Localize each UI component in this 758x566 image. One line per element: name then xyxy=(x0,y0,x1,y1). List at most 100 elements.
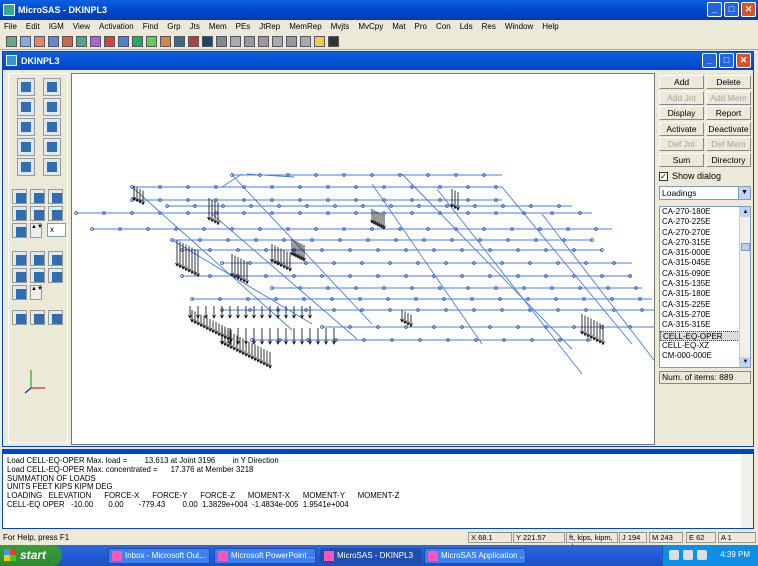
def-mem-button[interactable]: Def Mem xyxy=(706,137,751,152)
toolbar-tool-icon[interactable] xyxy=(258,35,269,47)
toolbar-tool-icon[interactable] xyxy=(146,35,157,47)
show-dialog-checkbox[interactable]: ✓ xyxy=(659,171,668,181)
menu-pes[interactable]: PEs xyxy=(236,22,251,31)
girder-member[interactable] xyxy=(211,213,358,340)
menu-mvjts[interactable]: Mvjts xyxy=(331,22,350,31)
list-item[interactable]: CA-315-270E xyxy=(660,310,750,320)
toolbar-tool-icon[interactable] xyxy=(216,35,227,47)
palette-tool-icon[interactable] xyxy=(17,78,35,96)
menu-lds[interactable]: Lds xyxy=(460,22,473,31)
palette-tool-icon[interactable] xyxy=(12,285,27,300)
start-button[interactable]: start xyxy=(0,545,62,566)
palette-tool-icon[interactable] xyxy=(12,189,27,204)
menu-activation[interactable]: Activation xyxy=(99,22,134,31)
palette-tool-icon[interactable] xyxy=(12,310,27,325)
close-button[interactable]: ✕ xyxy=(741,2,756,17)
menu-memrep[interactable]: MemRep xyxy=(289,22,321,31)
def-jnt-button[interactable]: Def Jnt xyxy=(659,137,704,152)
taskbar-button[interactable]: MicroSAS Application ... xyxy=(424,548,526,564)
menu-jtrep[interactable]: JtRep xyxy=(259,22,280,31)
report-button[interactable]: Report xyxy=(706,106,751,121)
toolbar-tool-icon[interactable] xyxy=(286,35,297,47)
list-item[interactable]: CELL-EQ-OPER xyxy=(660,330,750,341)
toolbar-tool-icon[interactable] xyxy=(188,35,199,47)
palette-tool-icon[interactable] xyxy=(43,78,61,96)
display-button[interactable]: Display xyxy=(659,106,704,121)
palette-tool-icon[interactable] xyxy=(48,268,63,283)
volume-icon[interactable] xyxy=(697,550,707,560)
palette-tool-icon[interactable] xyxy=(43,158,61,176)
output-scrollbar[interactable] xyxy=(741,454,753,528)
toolbar-tool-icon[interactable] xyxy=(76,35,87,47)
list-item[interactable]: CA-270-315E xyxy=(660,238,750,248)
toolbar-tool-icon[interactable] xyxy=(48,35,59,47)
toolbar-tool-icon[interactable] xyxy=(62,35,73,47)
toolbar-tool-icon[interactable] xyxy=(6,35,17,47)
add-mem-button[interactable]: Add Mem xyxy=(706,90,751,105)
palette-tool-icon[interactable] xyxy=(43,98,61,116)
deactivate-button[interactable]: Deactivate xyxy=(706,121,751,136)
menu-help[interactable]: Help xyxy=(542,22,558,31)
menu-pro[interactable]: Pro xyxy=(415,22,427,31)
tray-icon[interactable] xyxy=(683,550,693,560)
taskbar-button[interactable]: Microsoft PowerPoint ... xyxy=(214,548,316,564)
sum-button[interactable]: Sum xyxy=(659,153,704,167)
palette-tool-icon[interactable] xyxy=(30,268,45,283)
menu-igm[interactable]: IGM xyxy=(49,22,64,31)
palette-tool-icon[interactable] xyxy=(17,158,35,176)
list-item[interactable]: CA-270-270E xyxy=(660,228,750,238)
chevron-down-icon[interactable]: ▼ xyxy=(738,187,750,199)
girder-member[interactable] xyxy=(371,183,483,345)
palette-tool-icon[interactable] xyxy=(30,310,45,325)
loadings-dropdown[interactable]: Loadings ▼ xyxy=(659,186,751,200)
tray-icon[interactable] xyxy=(669,550,679,560)
toolbar-tool-icon[interactable] xyxy=(328,35,339,47)
menu-edit[interactable]: Edit xyxy=(26,22,40,31)
list-item[interactable]: CA-315-000E xyxy=(660,248,750,258)
list-item[interactable]: CA-315-225E xyxy=(660,300,750,310)
palette-tool-icon[interactable] xyxy=(12,251,27,266)
menu-con[interactable]: Con xyxy=(436,22,451,31)
toolbar-tool-icon[interactable] xyxy=(174,35,185,47)
structure-drawing[interactable] xyxy=(72,74,655,445)
palette-tool-icon[interactable] xyxy=(17,138,35,156)
child-close-button[interactable]: ✕ xyxy=(736,53,751,68)
toolbar-tool-icon[interactable] xyxy=(300,35,311,47)
toolbar-tool-icon[interactable] xyxy=(160,35,171,47)
list-item[interactable]: CA-315-135E xyxy=(660,279,750,289)
scroll-thumb[interactable] xyxy=(741,243,750,251)
girder-member[interactable] xyxy=(221,173,243,188)
toolbar-tool-icon[interactable] xyxy=(20,35,31,47)
palette-tool-icon[interactable] xyxy=(30,189,45,204)
menu-res[interactable]: Res xyxy=(482,22,496,31)
menu-window[interactable]: Window xyxy=(505,22,533,31)
toolbar-tool-icon[interactable] xyxy=(90,35,101,47)
palette-tool-icon[interactable] xyxy=(17,98,35,116)
girder-member[interactable] xyxy=(501,186,633,345)
menu-mem[interactable]: Mem xyxy=(209,22,227,31)
palette-tool-icon[interactable] xyxy=(12,268,27,283)
list-scrollbar[interactable]: ▲ ▼ xyxy=(739,207,750,367)
menu-mat[interactable]: Mat xyxy=(392,22,405,31)
toolbar-tool-icon[interactable] xyxy=(202,35,213,47)
toolbar-tool-icon[interactable] xyxy=(314,35,325,47)
activate-button[interactable]: Activate xyxy=(659,121,704,136)
taskbar-button[interactable]: MicroSAS - DKINPL3 xyxy=(320,548,422,564)
toolbar-tool-icon[interactable] xyxy=(104,35,115,47)
taskbar-button[interactable]: Inbox - Microsoft Out... xyxy=(108,548,210,564)
palette-tool-icon[interactable] xyxy=(43,138,61,156)
list-item[interactable]: CM-000-000E xyxy=(660,351,750,361)
list-item[interactable]: CA-315-180E xyxy=(660,289,750,299)
toolbar-tool-icon[interactable] xyxy=(244,35,255,47)
axis-dropdown[interactable]: x xyxy=(47,223,66,237)
list-item[interactable]: CELL-EQ-XZ xyxy=(660,341,750,351)
toolbar-tool-icon[interactable] xyxy=(132,35,143,47)
palette-tool-icon[interactable] xyxy=(17,118,35,136)
menu-file[interactable]: File xyxy=(4,22,17,31)
menu-grp[interactable]: Grp xyxy=(167,22,180,31)
palette-tool-icon[interactable] xyxy=(30,206,45,221)
menu-view[interactable]: View xyxy=(73,22,90,31)
child-titlebar[interactable]: DKINPL3 _ □ ✕ xyxy=(3,52,753,70)
palette-tool-icon[interactable] xyxy=(12,223,27,238)
palette-tool-icon[interactable] xyxy=(48,310,63,325)
